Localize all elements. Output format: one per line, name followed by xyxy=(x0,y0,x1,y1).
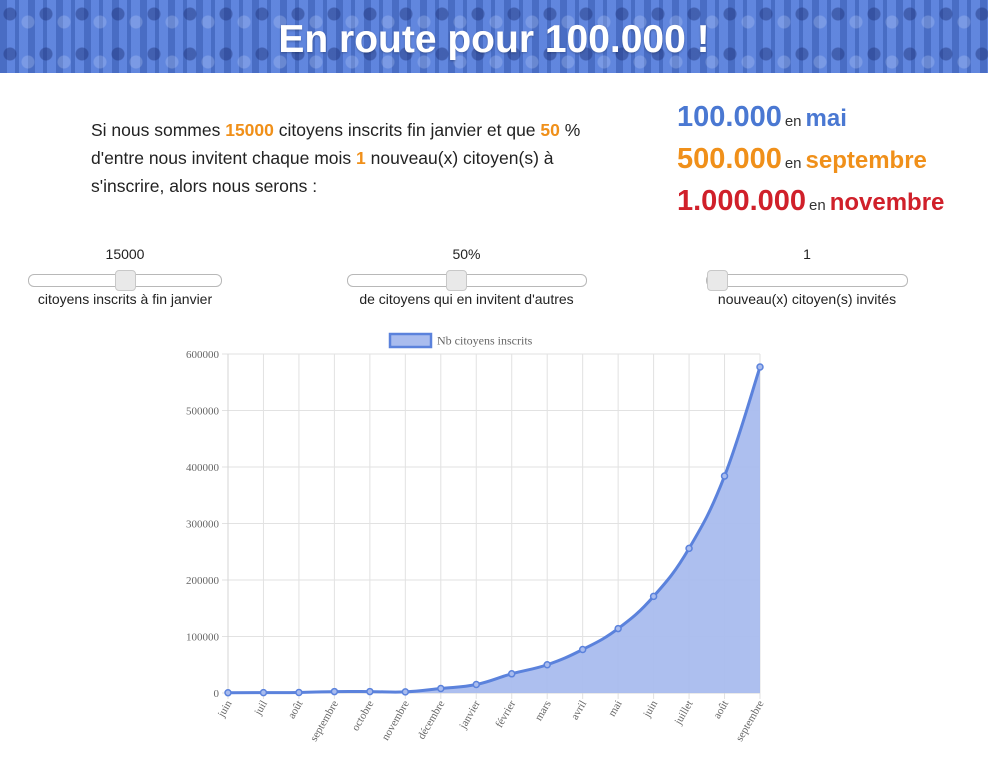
percent-slider-block: 50% de citoyens qui en invitent d'autres xyxy=(345,245,588,307)
page-title: En route pour 100.000 ! xyxy=(278,18,710,61)
result-en: en xyxy=(784,155,802,172)
result-month: novembre xyxy=(829,189,945,216)
result-en: en xyxy=(784,113,802,130)
y-tick-label: 400000 xyxy=(186,462,220,474)
y-tick-label: 0 xyxy=(214,688,220,700)
result-number: 100.000 xyxy=(677,101,782,133)
citizens-slider-value: 15000 xyxy=(105,246,145,262)
citizens-slider-thumb[interactable] xyxy=(115,270,136,291)
data-point[interactable] xyxy=(507,670,516,678)
data-point[interactable] xyxy=(578,645,587,654)
data-point[interactable] xyxy=(437,684,445,693)
x-tick-label: juin xyxy=(215,698,235,720)
intro-invites-value: 1 xyxy=(356,148,366,168)
citizens-slider[interactable] xyxy=(28,270,222,291)
x-tick-label: septembre xyxy=(308,698,341,743)
data-point[interactable] xyxy=(366,687,374,696)
invites-slider-block: 1 nouveau(x) citoyen(s) invités xyxy=(702,245,912,307)
data-point[interactable] xyxy=(649,592,658,601)
percent-slider[interactable] xyxy=(346,270,587,291)
x-tick-label: avril xyxy=(569,699,589,722)
results-panel: 100.000 en mai 500.000 en septembre 1.000.00… xyxy=(677,96,944,222)
y-tick-label: 600000 xyxy=(186,349,220,361)
result-number: 500.000 xyxy=(677,143,782,175)
data-point[interactable] xyxy=(543,661,551,669)
result-month: mai xyxy=(805,105,847,132)
y-tick-label: 300000 xyxy=(186,519,220,531)
result-number: 1.000.000 xyxy=(677,185,807,217)
result-row: 500.000 en septembre xyxy=(677,138,944,180)
invites-slider[interactable] xyxy=(706,270,908,291)
data-point[interactable] xyxy=(614,624,622,633)
citizens-slider-label: citoyens inscrits à fin janvier xyxy=(37,291,213,307)
x-tick-label: novembre xyxy=(380,698,412,742)
x-tick-label: octobre xyxy=(350,698,377,733)
result-row: 1.000.000 en novembre xyxy=(677,180,944,222)
percent-slider-label: de citoyens qui en invitent d'autres xyxy=(359,291,574,307)
data-point[interactable] xyxy=(720,472,729,480)
x-tick-label: août xyxy=(711,699,731,721)
y-tick-label: 500000 xyxy=(186,406,220,418)
intro-text: Si nous sommes 15000 citoyens inscrits f… xyxy=(91,116,631,200)
data-point[interactable] xyxy=(259,688,268,697)
x-tick-label: juil xyxy=(252,699,270,719)
intro-citizens-value: 15000 xyxy=(225,120,274,140)
x-tick-label: mai xyxy=(606,699,625,719)
intro-part-2: citoyens inscrits fin janvier et que xyxy=(273,120,541,140)
data-point[interactable] xyxy=(472,680,481,689)
intro-part-1: Si nous sommes xyxy=(91,120,226,140)
growth-chart: 0 100000 200000 300000 400000 500000 600000 jui… xyxy=(186,332,767,744)
legend-label: Nb citoyens inscrits xyxy=(437,334,533,348)
citizens-slider-block: 15000 citoyens inscrits à fin janvier xyxy=(22,245,228,307)
data-point[interactable] xyxy=(330,687,339,696)
x-tick-label: mars xyxy=(533,699,554,724)
y-tick-label: 200000 xyxy=(186,575,220,587)
result-month: septembre xyxy=(805,147,927,174)
legend-swatch[interactable] xyxy=(388,332,433,349)
intro-percent-value: 50 xyxy=(540,120,560,140)
invites-slider-label: nouveau(x) citoyen(s) invités xyxy=(717,291,897,307)
x-tick-label: septembre xyxy=(734,698,767,743)
x-tick-label: décembre xyxy=(416,698,448,741)
header-banner: En route pour 100.000 ! xyxy=(0,0,988,73)
y-tick-label: 100000 xyxy=(186,632,220,644)
data-point[interactable] xyxy=(295,688,303,697)
x-tick-label: février xyxy=(493,698,518,730)
result-row: 100.000 en mai xyxy=(677,96,944,138)
data-point[interactable] xyxy=(224,688,232,697)
x-tick-label: juillet xyxy=(672,699,696,728)
percent-slider-thumb[interactable] xyxy=(445,270,467,291)
data-point[interactable] xyxy=(685,544,693,553)
data-point[interactable] xyxy=(401,688,410,696)
area-fill xyxy=(228,366,760,693)
result-en: en xyxy=(809,197,826,214)
x-tick-label: août xyxy=(286,699,306,721)
percent-slider-value: 50% xyxy=(452,246,481,262)
invites-slider-value: 1 xyxy=(803,246,811,262)
x-tick-label: janvier xyxy=(457,698,483,732)
x-tick-label: juin xyxy=(641,698,661,720)
invites-slider-thumb[interactable] xyxy=(707,270,728,291)
data-point[interactable] xyxy=(756,363,764,371)
